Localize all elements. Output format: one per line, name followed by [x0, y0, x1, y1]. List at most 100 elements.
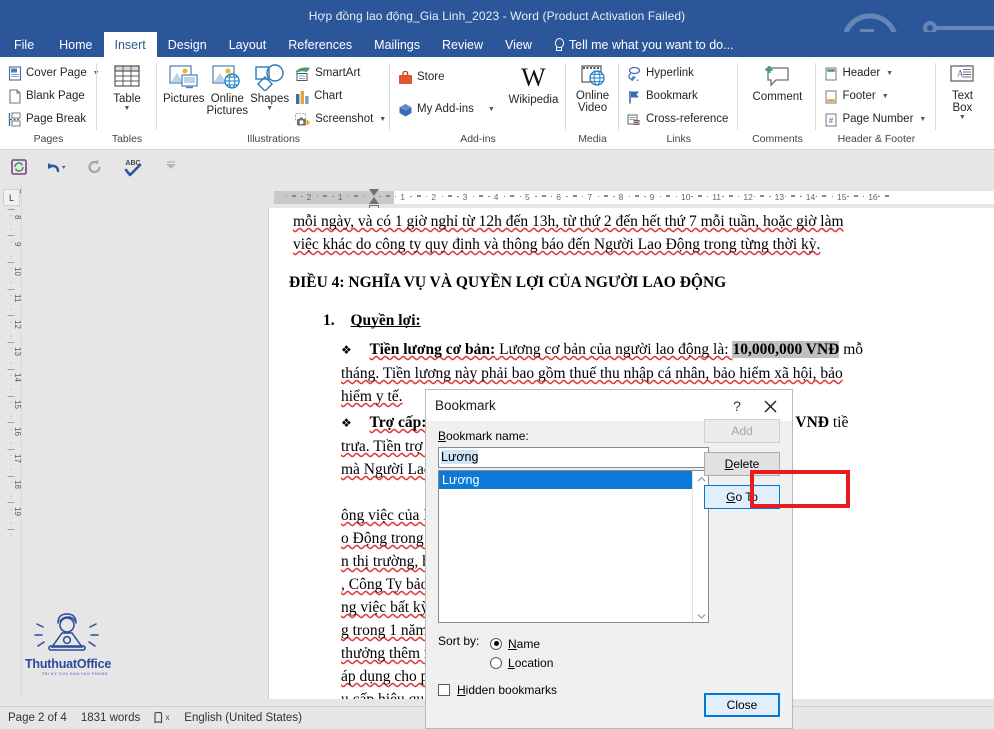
group-label-comments: Comments [752, 133, 803, 145]
vruler-tick-label: 11 [13, 293, 22, 302]
tab-design[interactable]: Design [157, 32, 218, 57]
proofing-errors-icon[interactable]: x [154, 711, 184, 725]
close-button[interactable] [756, 395, 784, 417]
sort-option-location[interactable]: Location [490, 653, 553, 672]
ruler-tick-label: 2 [431, 192, 437, 202]
ribbon-tabs: File Home Insert Design Layout Reference… [0, 32, 994, 57]
bookmark-label: Bookmark [646, 90, 698, 102]
bookmark-list[interactable]: Lương [438, 470, 709, 623]
table-button[interactable]: Table ▼ [103, 62, 151, 112]
wikipedia-icon: W [521, 63, 546, 92]
ruler-minor-tick [472, 195, 475, 197]
cover-page-button[interactable]: Cover Page ▼ [6, 62, 104, 85]
vruler-tick-label: 9 [13, 242, 22, 247]
tab-review[interactable]: Review [431, 32, 494, 57]
tab-insert[interactable]: Insert [103, 32, 157, 57]
status-page-indicator[interactable]: Page 2 of 4 [0, 712, 81, 724]
chart-button[interactable]: Chart [293, 85, 390, 108]
radio-name-icon [490, 637, 502, 650]
online-pictures-label: Online Pictures [206, 93, 249, 117]
tab-layout[interactable]: Layout [218, 32, 278, 57]
tab-references[interactable]: References [277, 32, 363, 57]
status-word-count[interactable]: 1831 words [81, 712, 154, 724]
goto-button[interactable]: Go To [704, 485, 780, 509]
ruler-minor-tick [784, 195, 787, 197]
blank-page-button[interactable]: Blank Page [6, 85, 104, 108]
add-button[interactable]: Add [704, 419, 780, 443]
tab-file[interactable]: File [0, 32, 49, 57]
chevron-down-icon: ▼ [919, 116, 927, 123]
my-addins-button[interactable]: My Add-ins ▼ [396, 98, 499, 121]
scroll-down-icon[interactable] [693, 608, 708, 622]
bookmark-name-value: Lương [441, 450, 479, 464]
page-number-button[interactable]: # Page Number ▼ [822, 108, 930, 131]
store-icon [398, 70, 413, 85]
ruler-minor-tick [722, 195, 724, 197]
chart-label: Chart [314, 90, 343, 102]
first-line-indent-marker[interactable] [369, 189, 379, 196]
smartart-button[interactable]: SmartArt [293, 62, 390, 85]
group-label-addins: Add-ins [460, 133, 496, 145]
ruler-minor-tick [425, 195, 428, 197]
vruler-minor-tick: · [9, 359, 13, 367]
comment-button[interactable]: Comment [744, 62, 810, 103]
status-language[interactable]: English (United States) [184, 712, 316, 724]
vruler-tick-label: 8 [13, 215, 22, 220]
tab-mailings[interactable]: Mailings [363, 32, 431, 57]
save-icon[interactable] [8, 156, 30, 178]
ruler-minor-tick [728, 195, 733, 197]
tab-file-label: File [14, 37, 35, 52]
delete-button[interactable]: Delete [704, 452, 780, 476]
text-box-button[interactable]: A Text Box ▼ [942, 62, 982, 121]
vertical-ruler[interactable]: 7·—·8·—·9·—·10·—·11·—·12·—·13·—·14·—·15·… [0, 183, 22, 699]
hyperlink-button[interactable]: Hyperlink [625, 62, 732, 85]
sort-option-name-label: Name [508, 636, 541, 651]
vruler-minor-tick: — [7, 526, 15, 533]
close-dialog-button[interactable]: Close [704, 693, 780, 717]
ruler-minor-tick [323, 195, 328, 197]
redo-button[interactable] [84, 156, 106, 178]
tab-view-label: View [505, 37, 532, 52]
header-button[interactable]: Header ▼ [822, 62, 930, 85]
bookmark-name-input[interactable]: Lương [438, 447, 709, 468]
bookmark-button[interactable]: Bookmark [625, 85, 732, 108]
ruler-minor-tick [862, 195, 865, 197]
hanging-indent-marker[interactable] [369, 197, 379, 204]
online-pictures-button[interactable]: Online Pictures [206, 62, 249, 117]
sort-option-name[interactable]: Name [490, 634, 553, 653]
vruler-minor-tick: · [9, 386, 13, 394]
doc-line-1: mỗi ngày, và có 1 giờ nghỉ từ 12h đến 13… [293, 213, 844, 230]
ruler-minor-tick [347, 195, 350, 197]
doc-bullet-1-highlight: 10,000,000 VNĐ [732, 341, 840, 358]
screenshot-button[interactable]: Screenshot ▼ [293, 108, 390, 131]
ruler-minor-tick [566, 195, 568, 197]
online-video-button[interactable]: Online Video [572, 62, 613, 114]
tell-me-search[interactable]: Tell me what you want to do... [543, 32, 744, 57]
smartart-icon [295, 66, 311, 81]
horizontal-ruler[interactable]: 2 1 1 2 3 4 5 6 7 8 9 10 11 12 13 14 15 16 [22, 188, 994, 208]
page-break-button[interactable]: Page Break [6, 108, 104, 131]
list-item[interactable]: Lương [439, 471, 694, 489]
tab-home[interactable]: Home [48, 32, 103, 57]
ruler-tick-label: 5 [525, 192, 530, 202]
store-button[interactable]: Store [396, 66, 499, 89]
ruler-minor-tick [791, 195, 796, 197]
group-label-links: Links [666, 133, 691, 145]
tab-view[interactable]: View [494, 32, 543, 57]
help-button[interactable]: ? [726, 395, 748, 417]
svg-text:x: x [166, 713, 170, 722]
bookmark-dialog[interactable]: Bookmark ? Bookmark name: Lương Lương So… [425, 389, 850, 729]
chevron-down-icon: ▼ [379, 116, 387, 123]
cross-reference-button[interactable]: Cross-reference [625, 108, 732, 131]
spelling-check-icon[interactable]: ABC [122, 156, 144, 178]
wikipedia-button[interactable]: W Wikipedia [507, 62, 560, 107]
customize-qat-icon[interactable] [160, 156, 182, 178]
tab-insert-label: Insert [114, 37, 146, 52]
undo-button[interactable] [46, 156, 68, 178]
pictures-button[interactable]: Pictures [163, 62, 205, 105]
ruler-minor-tick [847, 195, 849, 197]
shapes-button[interactable]: Shapes ▼ [250, 62, 289, 112]
footer-button[interactable]: Footer ▼ [822, 85, 930, 108]
tab-selector-button[interactable]: L [3, 189, 20, 206]
dialog-title-bar[interactable]: Bookmark ? [426, 390, 792, 421]
